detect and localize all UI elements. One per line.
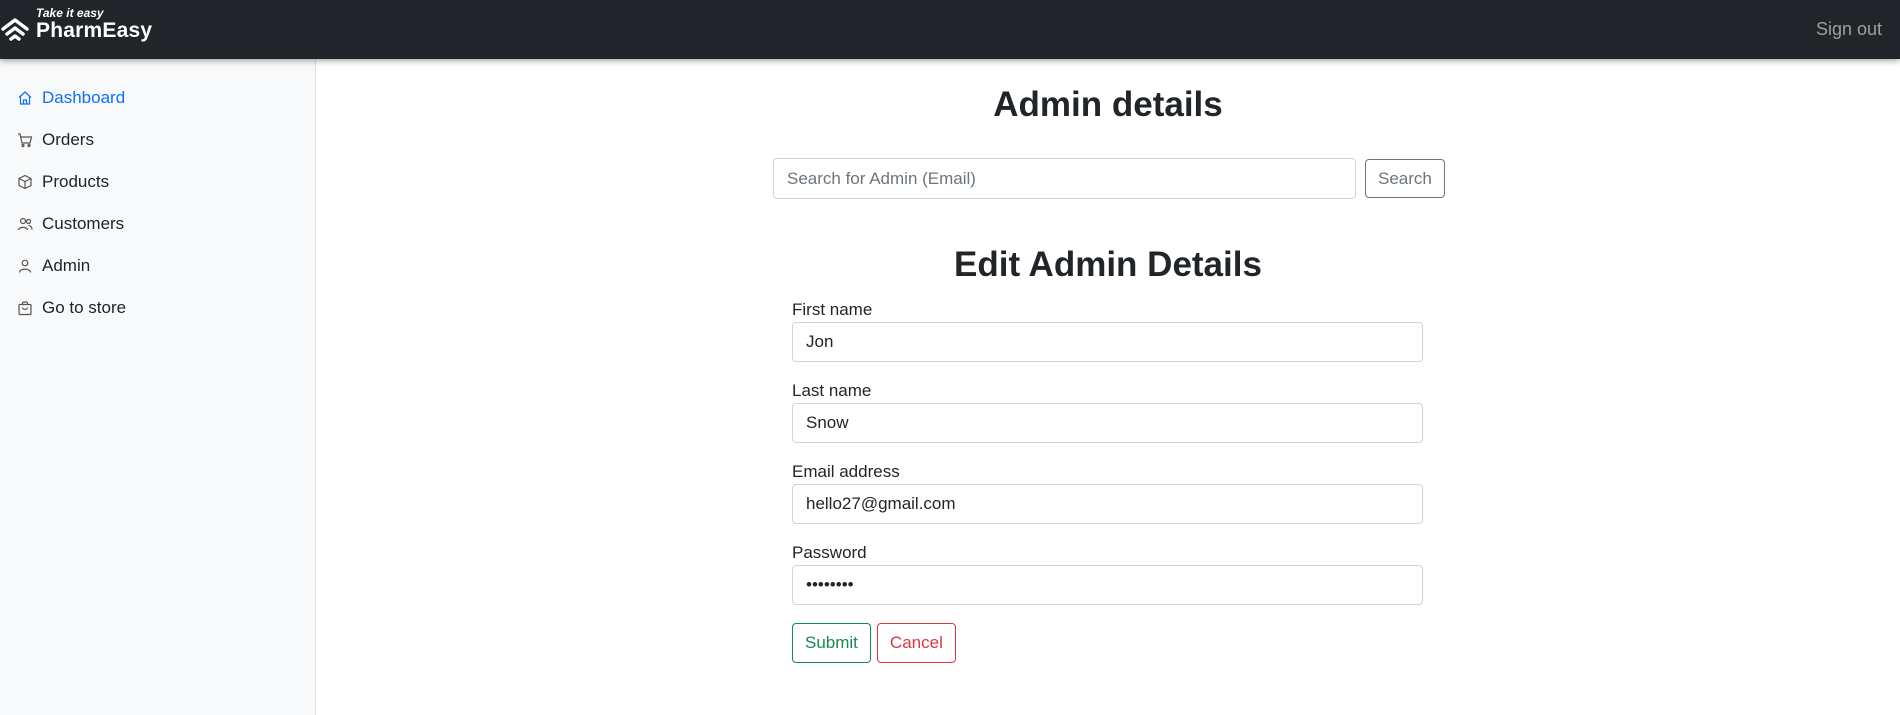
cart-icon <box>18 133 33 148</box>
sign-out-link[interactable]: Sign out <box>1816 19 1882 40</box>
search-input[interactable] <box>773 158 1356 199</box>
password-label: Password <box>792 543 867 562</box>
brand-name: PharmEasy <box>36 19 153 42</box>
edit-form-title: Edit Admin Details <box>954 245 1262 284</box>
edit-admin-form: First name Last name Email address Passw… <box>792 299 1423 663</box>
brand-logo[interactable]: Take it easy PharmEasy <box>0 6 173 50</box>
sidebar-item-label: Customers <box>42 214 125 233</box>
first-name-input[interactable] <box>792 322 1423 362</box>
top-navbar: Take it easy PharmEasy Sign out <box>0 0 1900 59</box>
bag-icon <box>18 301 32 316</box>
page-title: Admin details <box>993 85 1223 124</box>
email-input[interactable] <box>792 484 1423 524</box>
email-field-group: Email address <box>792 461 1423 524</box>
admin-search-form: Search <box>773 158 1445 199</box>
submit-button[interactable]: Submit <box>792 623 871 663</box>
sidebar-item-label: Go to store <box>42 298 127 317</box>
box-icon <box>18 174 32 190</box>
sidebar-item-label: Orders <box>42 130 94 149</box>
person-icon <box>18 259 32 273</box>
sidebar-item-dashboard[interactable]: Dashboard <box>0 77 315 119</box>
search-button[interactable]: Search <box>1365 159 1445 198</box>
sidebar-item-products[interactable]: Products <box>0 161 315 203</box>
sidebar-item-label: Dashboard <box>42 88 126 107</box>
sidebar-item-label: Products <box>42 172 110 191</box>
sidebar-item-label: Admin <box>42 256 91 275</box>
last-name-input[interactable] <box>792 403 1423 443</box>
sidebar-item-customers[interactable]: Customers <box>0 203 315 245</box>
cancel-button[interactable]: Cancel <box>876 623 956 663</box>
brand-tagline: Take it easy <box>36 6 104 20</box>
house-icon <box>18 91 32 105</box>
last-name-label: Last name <box>792 381 872 400</box>
sidebar-item-orders[interactable]: Orders <box>0 119 315 161</box>
last-name-field-group: Last name <box>792 380 1423 443</box>
form-actions: Submit Cancel <box>792 623 1423 663</box>
sidebar: Dashboard Orders Products Customers Admi… <box>0 59 316 715</box>
sidebar-item-go-to-store[interactable]: Go to store <box>0 287 315 329</box>
people-icon <box>17 217 33 231</box>
sidebar-item-admin[interactable]: Admin <box>0 245 315 287</box>
first-name-field-group: First name <box>792 299 1423 362</box>
main-content: Admin details Search Edit Admin Details … <box>316 59 1900 715</box>
email-label: Email address <box>792 462 900 481</box>
password-field-group: Password <box>792 542 1423 605</box>
first-name-label: First name <box>792 300 873 319</box>
pharmeasy-logo-icon <box>1 18 29 41</box>
password-input[interactable] <box>792 565 1423 605</box>
